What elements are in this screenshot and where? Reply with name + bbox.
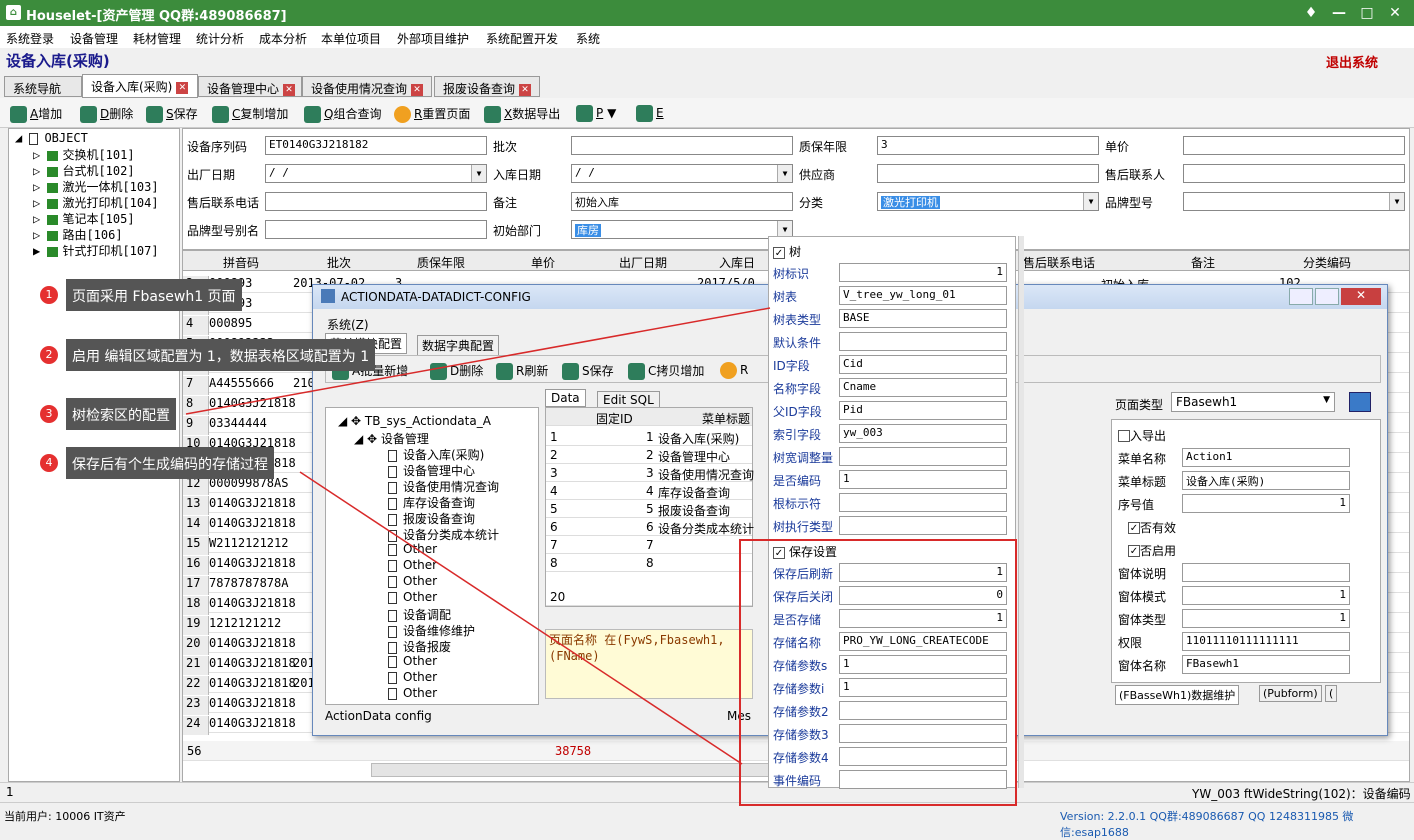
callout-3: 树检索区的配置 xyxy=(66,398,176,430)
callout-number: 1 xyxy=(40,286,58,304)
callout-number: 3 xyxy=(40,405,58,423)
callout-4: 保存后有个生成编码的存储过程 xyxy=(66,447,274,479)
callout-line-save xyxy=(299,471,743,765)
callout-1: 页面采用 Fbasewh1 页面 xyxy=(66,279,242,311)
callout-2: 启用 编辑区域配置为 1，数据表格区域配置为 1 xyxy=(66,339,376,371)
callout-number: 4 xyxy=(40,454,58,472)
callout-number: 2 xyxy=(40,346,58,364)
annotation-lines xyxy=(185,307,771,765)
